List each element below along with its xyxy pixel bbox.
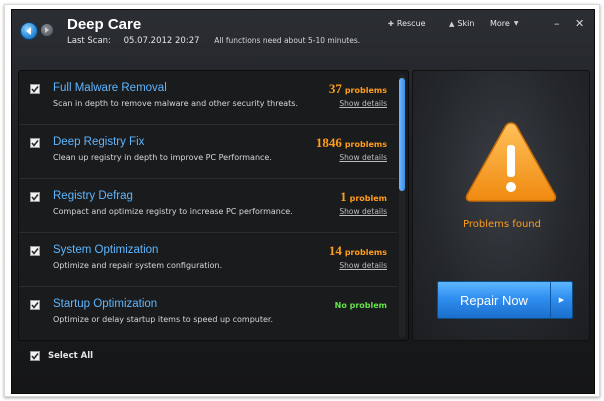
problems-found-status: Problems found — [463, 219, 541, 230]
warning-triangle-icon — [465, 122, 557, 202]
chevron-down-icon: ▼ — [513, 20, 519, 27]
list-item: Startup Optimization Optimize or delay s… — [19, 287, 397, 341]
scan-duration-note: All functions need about 5-10 minutes. — [214, 36, 361, 45]
item-checkbox[interactable] — [30, 192, 40, 202]
no-problem-status: No problem — [334, 301, 387, 310]
checkmark-icon — [31, 194, 39, 201]
item-checkbox[interactable] — [30, 300, 40, 310]
more-label: More — [490, 19, 510, 28]
item-checkbox[interactable] — [30, 84, 40, 94]
item-checkbox[interactable] — [30, 138, 40, 148]
last-scan-label: Last Scan: — [67, 36, 111, 46]
list-item: System Optimization Optimize and repair … — [19, 233, 397, 287]
last-scan-info: Last Scan: 05.07.2012 20:27 All function… — [67, 36, 360, 46]
more-menu[interactable]: More ▼ — [490, 19, 518, 28]
show-details-link[interactable]: Show details — [339, 261, 387, 270]
item-description: Compact and optimize registry to increas… — [53, 207, 293, 216]
repair-now-button[interactable]: Repair Now ▶ — [437, 281, 573, 319]
rescue-icon: ✚ — [388, 19, 394, 28]
item-title[interactable]: System Optimization — [53, 244, 158, 256]
show-details-link[interactable]: Show details — [339, 153, 387, 162]
list-scrollbar[interactable] — [399, 74, 405, 338]
problem-count: 37 problems — [328, 81, 387, 96]
select-all-checkbox[interactable] — [30, 351, 40, 361]
repair-options-button[interactable]: ▶ — [550, 282, 572, 318]
minimize-button[interactable]: – — [554, 18, 560, 29]
checkmark-icon — [31, 248, 39, 255]
checkmark-icon — [31, 140, 39, 147]
forward-arrow-icon — [45, 27, 49, 33]
checkmark-icon — [31, 302, 39, 309]
item-description: Optimize and repair system configuration… — [53, 261, 223, 270]
chevron-right-icon: ▶ — [558, 296, 565, 304]
close-button[interactable]: ✕ — [575, 18, 584, 29]
list-item: Full Malware Removal Scan in depth to re… — [19, 71, 397, 125]
item-title[interactable]: Deep Registry Fix — [53, 136, 144, 148]
list-item: Deep Registry Fix Clean up registry in d… — [19, 125, 397, 179]
skin-menu[interactable]: ▲ Skin — [449, 19, 474, 28]
rescue-menu[interactable]: ✚ Rescue — [388, 19, 426, 28]
repair-now-label: Repair Now — [460, 293, 528, 308]
scrollbar-thumb[interactable] — [399, 78, 405, 191]
item-title[interactable]: Registry Defrag — [53, 190, 133, 202]
back-button[interactable] — [20, 22, 38, 40]
scan-items-panel: Full Malware Removal Scan in depth to re… — [18, 70, 409, 341]
rescue-label: Rescue — [396, 19, 426, 28]
checkmark-icon — [31, 86, 39, 93]
problem-count: 14 problems — [328, 243, 387, 258]
show-details-link[interactable]: Show details — [339, 99, 387, 108]
list-item: Registry Defrag Compact and optimize reg… — [19, 179, 397, 233]
item-description: Scan in depth to remove malware and othe… — [53, 99, 299, 108]
forward-button[interactable] — [40, 23, 54, 37]
select-all-label: Select All — [48, 351, 94, 361]
problem-count: 1 problem — [340, 189, 387, 204]
select-all-control[interactable]: Select All — [30, 351, 93, 361]
item-title[interactable]: Startup Optimization — [53, 298, 157, 310]
checkmark-icon — [31, 353, 39, 360]
skin-label: Skin — [457, 19, 475, 28]
back-arrow-icon — [26, 27, 31, 35]
app-window: Deep Care Last Scan: 05.07.2012 20:27 Al… — [11, 9, 595, 394]
item-description: Optimize or delay startup items to speed… — [53, 315, 274, 324]
show-details-link[interactable]: Show details — [339, 207, 387, 216]
screenshot-frame: Deep Care Last Scan: 05.07.2012 20:27 Al… — [4, 4, 600, 397]
problem-count: 1846 problems — [315, 135, 387, 150]
status-panel: Problems found Repair Now ▶ — [412, 70, 590, 341]
last-scan-date: 05.07.2012 20:27 — [123, 36, 200, 46]
app-title: Deep Care — [67, 16, 142, 33]
item-checkbox[interactable] — [30, 246, 40, 256]
item-description: Clean up registry in depth to improve PC… — [53, 153, 272, 162]
item-title[interactable]: Full Malware Removal — [53, 82, 167, 94]
skin-icon: ▲ — [449, 19, 455, 28]
